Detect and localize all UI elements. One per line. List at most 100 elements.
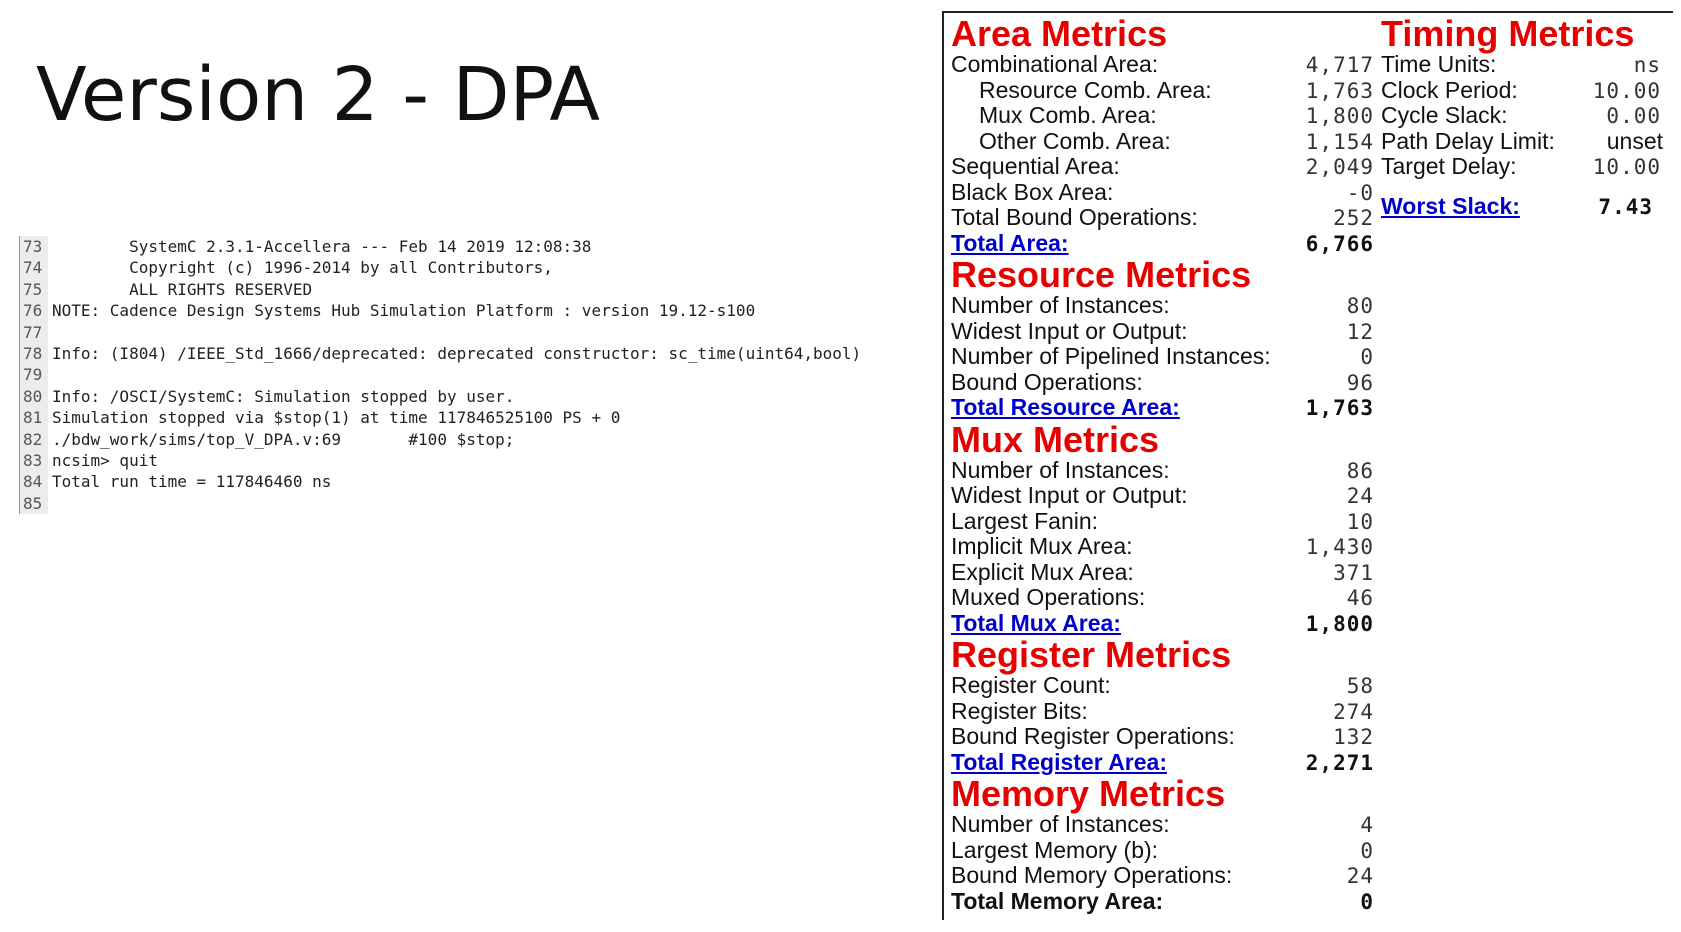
console-line: 73 SystemC 2.3.1-Accellera --- Feb 14 20… [19, 236, 861, 258]
metric-value: 1,430 [1305, 535, 1374, 559]
metric-value: 2,049 [1305, 155, 1374, 179]
metric-label: Time Units: [1381, 51, 1497, 77]
total-area-link[interactable]: Total Area: [951, 230, 1069, 257]
metric-row: Target Delay: 10.00 [1381, 153, 1663, 180]
metric-row: Number of Pipelined Instances: 0 [951, 343, 1374, 370]
metric-label: Resource Comb. Area: [979, 76, 1212, 103]
line-number: 80 [19, 385, 48, 408]
metric-row: Implicit Mux Area: 1,430 [951, 533, 1374, 560]
metric-value: unset [1606, 127, 1663, 154]
metric-value: 10.00 [1592, 155, 1661, 179]
metric-row: Explicit Mux Area: 371 [951, 558, 1374, 586]
metric-value: 1,763 [1305, 78, 1374, 103]
line-text: Info: /OSCI/SystemC: Simulation stopped … [52, 386, 515, 406]
total-memory-area-value: 0 [1360, 889, 1374, 914]
line-text: Info: (I804) /IEEE_Std_1666/deprecated: … [52, 343, 862, 363]
metrics-left-column: Area Metrics Combinational Area: 4,717 Re… [951, 15, 1374, 914]
metric-row: Number of Instances: 80 [951, 292, 1374, 319]
memory-metrics-title: Memory Metrics [951, 773, 1226, 814]
line-number: 79 [19, 364, 48, 386]
total-area-row: Total Area: 6,766 [951, 230, 1374, 257]
total-mux-area-link[interactable]: Total Mux Area: [951, 610, 1121, 637]
metric-value: -0 [1346, 180, 1374, 205]
line-text: SystemC 2.3.1-Accellera --- Feb 14 2019 … [52, 237, 592, 256]
console-output: 73 SystemC 2.3.1-Accellera --- Feb 14 20… [19, 236, 862, 515]
total-register-area-value: 2,271 [1305, 750, 1374, 775]
total-memory-area-label: Total Memory Area: [951, 887, 1164, 914]
metric-value: 0.00 [1606, 104, 1661, 128]
metric-label: Register Count: [951, 672, 1111, 698]
total-mux-area-value: 1,800 [1305, 611, 1374, 636]
metric-label: Widest Input or Output: [951, 317, 1188, 344]
console-line: 81 Simulation stopped via $stop(1) at tim… [19, 407, 861, 429]
metric-value: 4 [1360, 813, 1374, 837]
total-register-area-row: Total Register Area: 2,271 [951, 749, 1374, 776]
metric-value: 24 [1346, 484, 1374, 508]
metric-row: Combinational Area: 4,717 [951, 51, 1374, 78]
metric-label: Black Box Area: [951, 178, 1114, 205]
worst-slack-link[interactable]: Worst Slack: [1381, 193, 1520, 220]
metric-row: Path Delay Limit: unset [1381, 127, 1663, 155]
metric-value: ns [1633, 53, 1661, 77]
line-text: Total run time = 117846460 ns [52, 472, 332, 492]
metric-value: 371 [1333, 560, 1374, 585]
metric-value: 4,717 [1305, 53, 1374, 77]
total-resource-area-link[interactable]: Total Resource Area: [951, 394, 1180, 421]
metric-value: 0 [1360, 345, 1374, 369]
metric-label: Number of Instances: [951, 292, 1170, 318]
line-text: Copyright (c) 1996-2014 by all Contribut… [52, 258, 553, 278]
register-metrics-title: Register Metrics [951, 634, 1232, 675]
metric-row: Resource Comb. Area: 1,763 [951, 76, 1374, 104]
metric-row: Number of Instances: 4 [951, 811, 1374, 838]
timing-metrics-title: Timing Metrics [1381, 13, 1635, 54]
metric-value: 1,154 [1305, 129, 1374, 154]
mux-metrics-title: Mux Metrics [951, 418, 1160, 460]
line-text: ./bdw_work/sims/top_V_DPA.v:69 #100 $sto… [52, 429, 515, 449]
metric-row: Mux Comb. Area: 1,800 [951, 102, 1374, 129]
metric-row: Bound Operations: 96 [951, 368, 1374, 396]
line-text: ALL RIGHTS RESERVED [52, 279, 313, 299]
metrics-report: Area Metrics Combinational Area: 4,717 Re… [942, 11, 1673, 920]
metric-row: Black Box Area: -0 [951, 178, 1374, 206]
line-number: 85 [19, 492, 48, 515]
metric-value: 0 [1360, 838, 1374, 863]
line-number: 78 [19, 342, 48, 365]
metric-value: 10 [1346, 509, 1374, 534]
metric-row: Register Bits: 274 [951, 697, 1374, 725]
metric-label: Muxed Operations: [951, 584, 1146, 610]
area-metrics-title: Area Metrics [951, 13, 1168, 54]
console-line: 85 [19, 492, 861, 515]
console-line: 82 ./bdw_work/sims/top_V_DPA.v:69 #100 $s… [19, 428, 861, 450]
metric-value: 80 [1346, 294, 1374, 318]
metric-label: Explicit Mux Area: [951, 558, 1134, 585]
line-text: ncsim> quit [52, 450, 158, 470]
metric-row: Bound Memory Operations: 24 [951, 862, 1374, 889]
total-register-area-link[interactable]: Total Register Area: [951, 749, 1167, 776]
console-line: 84 Total run time = 117846460 ns [19, 471, 861, 493]
metric-label: Number of Instances: [951, 811, 1170, 837]
metric-value: 86 [1346, 458, 1374, 483]
metric-label: Number of Pipelined Instances: [951, 343, 1271, 369]
metric-row: Other Comb. Area: 1,154 [951, 128, 1374, 155]
total-memory-area-row: Total Memory Area: 0 [951, 887, 1374, 915]
metric-value: 252 [1333, 206, 1374, 230]
metric-label: Register Bits: [951, 697, 1088, 724]
metric-row: Widest Input or Output: 12 [951, 317, 1374, 345]
worst-slack-row: Worst Slack: 7.43 [1381, 193, 1663, 220]
metric-label: Bound Memory Operations: [951, 862, 1233, 888]
metric-label: Bound Operations: [951, 368, 1143, 395]
metric-row: Largest Fanin: 10 [951, 508, 1374, 535]
metric-row: Sequential Area: 2,049 [951, 153, 1374, 180]
metric-label: Largest Memory (b): [951, 836, 1159, 863]
metric-row: Total Bound Operations: 252 [951, 204, 1374, 231]
metric-value: 96 [1346, 370, 1374, 395]
console-line: 76 NOTE: Cadence Design Systems Hub Simul… [19, 300, 861, 322]
metric-row: Clock Period: 10.00 [1381, 77, 1663, 104]
metric-value: 46 [1346, 586, 1374, 610]
slide-title: Version 2 - DPA [36, 52, 600, 138]
metric-row: Muxed Operations: 46 [951, 584, 1374, 611]
line-number: 74 [19, 257, 48, 279]
line-number: 82 [19, 428, 48, 450]
metric-row: Number of Instances: 86 [951, 457, 1374, 484]
metric-row: Widest Input or Output: 24 [951, 482, 1374, 509]
